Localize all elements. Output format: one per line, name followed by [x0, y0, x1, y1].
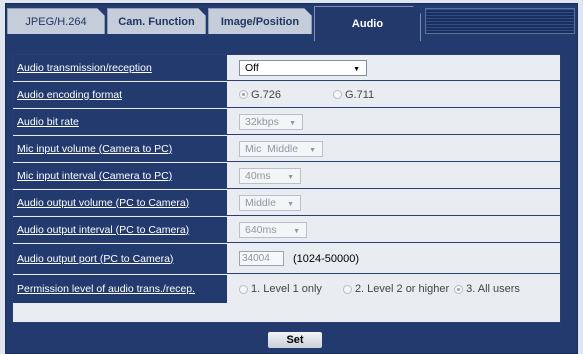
radio-g726[interactable]: G.726 — [239, 89, 281, 101]
row-audio-output-interval: Audio output interval (PC to Camera) 640… — [13, 217, 560, 243]
radio-g711[interactable]: G.711 — [332, 89, 374, 101]
radio-all-users[interactable]: 3. All users — [454, 283, 520, 295]
label-audio-bit-rate[interactable]: Audio bit rate — [13, 109, 227, 134]
chevron-down-icon: ▼ — [309, 146, 316, 154]
audio-settings-panel: Audio transmission/reception Off ▼ Audio… — [12, 54, 561, 323]
row-permission-level: Permission level of audio trans./recep. … — [13, 275, 560, 303]
audio-bit-rate-select[interactable]: 32kbps ▼ — [239, 113, 303, 130]
label-audio-transmission[interactable]: Audio transmission/reception — [13, 55, 227, 80]
row-audio-transmission: Audio transmission/reception Off ▼ — [13, 55, 560, 81]
tab-image-position[interactable]: Image/Position — [208, 8, 312, 34]
chevron-down-icon: ▼ — [287, 200, 294, 208]
tab-cam-function[interactable]: Cam. Function — [107, 8, 206, 34]
label-audio-encoding[interactable]: Audio encoding format — [13, 82, 227, 107]
audio-transmission-select[interactable]: Off ▼ — [239, 59, 367, 76]
chevron-down-icon: ▼ — [287, 173, 294, 181]
mic-input-volume-select[interactable]: Mic Middle ▼ — [239, 140, 323, 157]
row-mic-input-interval: Mic input interval (Camera to PC) 40ms ▼ — [13, 163, 560, 189]
tab-audio[interactable]: Audio — [314, 6, 421, 41]
mic-input-interval-select[interactable]: 40ms ▼ — [239, 167, 301, 184]
radio-level-1-only[interactable]: 1. Level 1 only — [239, 283, 322, 295]
radio-dot-icon — [454, 284, 464, 294]
label-permission-level[interactable]: Permission level of audio trans./recep. — [13, 275, 227, 303]
label-mic-input-interval[interactable]: Mic input interval (Camera to PC) — [13, 163, 227, 188]
audio-output-volume-select[interactable]: Middle ▼ — [239, 194, 301, 211]
label-audio-output-port[interactable]: Audio output port (PC to Camera) — [13, 244, 227, 273]
radio-dot-icon — [342, 284, 352, 294]
row-audio-encoding: Audio encoding format G.726 G.711 — [13, 82, 560, 108]
audio-output-interval-select[interactable]: 640ms ▼ — [239, 221, 307, 238]
chevron-down-icon: ▼ — [293, 227, 300, 235]
row-mic-input-volume: Mic input volume (Camera to PC) Mic Midd… — [13, 136, 560, 162]
label-audio-output-interval[interactable]: Audio output interval (PC to Camera) — [13, 217, 227, 242]
port-range-hint: (1024-50000) — [293, 252, 360, 265]
set-button[interactable]: Set — [267, 331, 323, 349]
radio-level-2-or-higher[interactable]: 2. Level 2 or higher — [342, 283, 449, 295]
radio-dot-icon — [239, 284, 248, 294]
tab-bar-stripes — [425, 8, 575, 34]
chevron-down-icon: ▼ — [353, 65, 360, 73]
audio-output-port-input[interactable]: 34004 — [239, 251, 284, 266]
audio-transmission-value: Off — [245, 61, 259, 74]
label-audio-output-volume[interactable]: Audio output volume (PC to Camera) — [13, 190, 227, 215]
label-mic-input-volume[interactable]: Mic input volume (Camera to PC) — [13, 136, 227, 161]
radio-dot-icon — [239, 90, 248, 99]
radio-dot-icon — [332, 90, 342, 99]
tab-jpeg-h264[interactable]: JPEG/H.264 — [7, 8, 105, 34]
chevron-down-icon: ▼ — [289, 119, 296, 127]
row-audio-bit-rate: Audio bit rate 32kbps ▼ — [13, 109, 560, 135]
tab-bar: JPEG/H.264 Cam. Function Image/Position … — [6, 4, 577, 41]
row-audio-output-volume: Audio output volume (PC to Camera) Middl… — [13, 190, 560, 216]
row-audio-output-port: Audio output port (PC to Camera) 34004 (… — [13, 244, 560, 274]
